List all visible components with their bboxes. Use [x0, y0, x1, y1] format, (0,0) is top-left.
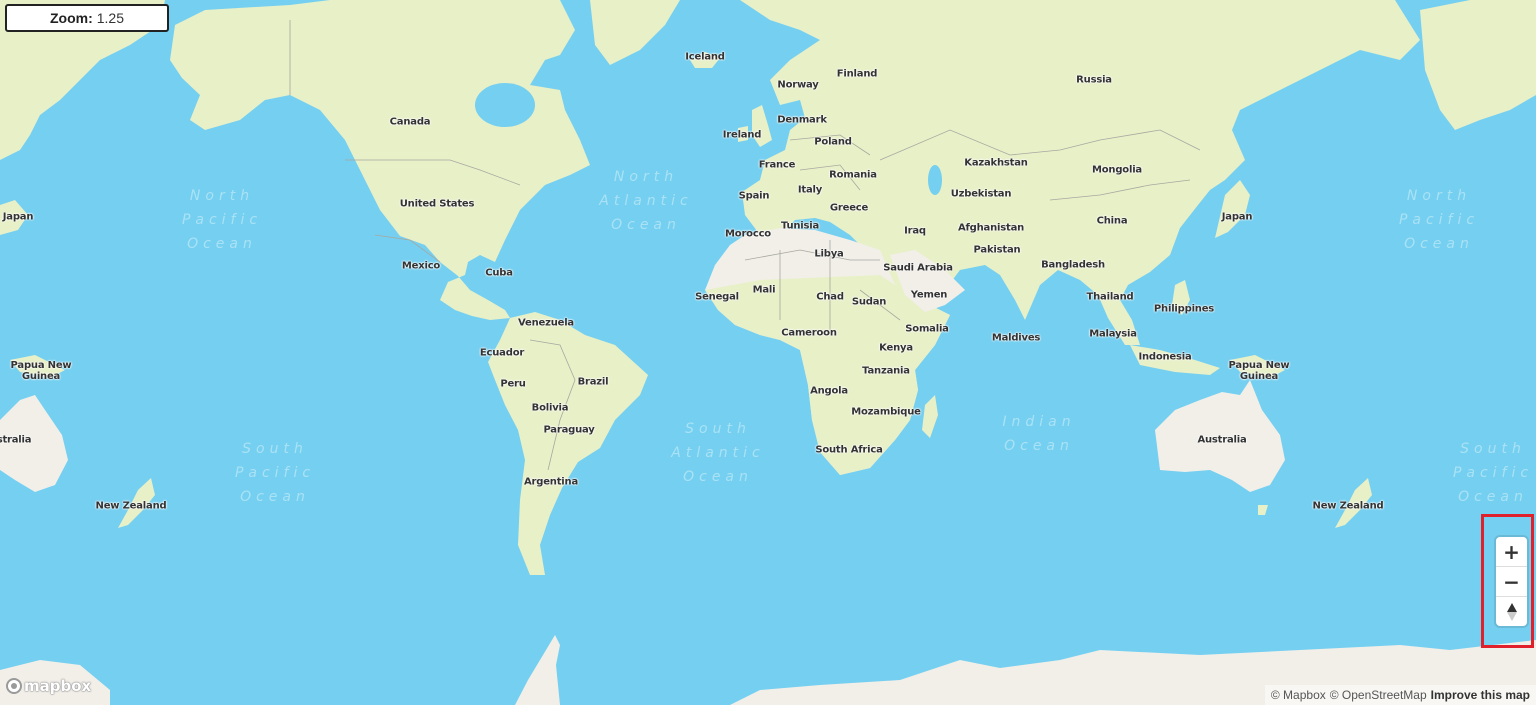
- country-label: Bolivia: [531, 402, 569, 414]
- navigation-control: + −: [1496, 537, 1527, 626]
- zoom-level-indicator: Zoom: 1.25: [5, 4, 169, 32]
- country-label: Poland: [814, 136, 852, 148]
- country-label: Ecuador: [479, 347, 525, 359]
- plus-icon: +: [1503, 539, 1520, 564]
- country-label: Greece: [829, 202, 869, 214]
- country-label: Philippines: [1153, 303, 1215, 315]
- attribution-bar: © Mapbox © OpenStreetMap Improve this ma…: [1264, 685, 1536, 705]
- minus-icon: −: [1503, 569, 1520, 594]
- country-label: Mongolia: [1092, 164, 1142, 176]
- country-label: Mali: [752, 284, 776, 296]
- land-alaska-east: [1420, 0, 1536, 130]
- country-label: France: [758, 159, 796, 171]
- country-label: Argentina: [523, 476, 579, 488]
- compass-south-arrow: [1506, 611, 1517, 621]
- country-label: Russia: [1076, 74, 1112, 86]
- country-label: Cuba: [485, 267, 513, 279]
- country-label: Ireland: [722, 129, 762, 141]
- country-label: Romania: [829, 169, 877, 181]
- country-label: Malaysia: [1089, 328, 1137, 340]
- country-label: Tunisia: [780, 220, 820, 232]
- country-label: Canada: [389, 116, 431, 128]
- country-label: Cameroon: [781, 327, 837, 339]
- country-label: United States: [399, 198, 475, 210]
- land-britain: [752, 105, 772, 147]
- country-label: Sudan: [851, 296, 887, 308]
- land-greenland: [590, 0, 680, 65]
- ocean-label: North Pacific Ocean: [1398, 188, 1480, 252]
- country-label: Angola: [810, 385, 848, 397]
- zoom-level-label: Zoom:: [49, 10, 93, 26]
- zoom-in-button[interactable]: +: [1496, 537, 1527, 567]
- country-label: Tanzania: [862, 365, 910, 377]
- mapbox-logo[interactable]: mapbox: [6, 677, 91, 695]
- country-label: New Zealand: [95, 500, 167, 512]
- country-label: Maldives: [991, 332, 1041, 344]
- country-label: Yemen: [910, 289, 948, 301]
- country-label: Afghanistan: [957, 222, 1025, 234]
- compass-north-arrow: [1506, 602, 1517, 612]
- country-label: Norway: [777, 79, 819, 91]
- country-label: Papua New Guinea: [1228, 360, 1290, 382]
- country-label: Uzbekistan: [950, 188, 1012, 200]
- mapbox-logo-text: mapbox: [24, 677, 92, 695]
- country-label: Bangladesh: [1041, 259, 1105, 271]
- compass-button[interactable]: [1496, 597, 1527, 626]
- country-label: stralia: [0, 434, 32, 446]
- ocean-label: North Pacific Ocean: [181, 188, 263, 252]
- country-label: Kazakhstan: [964, 157, 1028, 169]
- country-label: Iceland: [685, 51, 725, 63]
- country-label: Somalia: [905, 323, 949, 335]
- lake-caspian: [928, 165, 942, 195]
- ocean-label: South Atlantic Ocean: [671, 421, 765, 485]
- country-label: Finland: [836, 68, 878, 80]
- country-label: Pakistan: [973, 244, 1021, 256]
- country-label: Mexico: [401, 260, 441, 272]
- zoom-out-button[interactable]: −: [1496, 567, 1527, 597]
- country-label: Spain: [738, 190, 770, 202]
- country-label: South Africa: [815, 444, 883, 456]
- country-label: Papua New Guinea: [10, 360, 72, 382]
- lake-hudson-bay: [475, 83, 535, 127]
- land-antarctic-peninsula: [515, 635, 560, 705]
- attribution-mapbox-link[interactable]: © Mapbox: [1271, 688, 1326, 702]
- compass-icon: [1506, 602, 1517, 621]
- country-label: Peru: [500, 378, 526, 390]
- country-label: Kenya: [879, 342, 913, 354]
- country-label: Japan: [1221, 211, 1253, 223]
- country-label: Brazil: [577, 376, 609, 388]
- country-label: Saudi Arabia: [883, 262, 953, 274]
- country-label: Chad: [816, 291, 844, 303]
- ocean-label: Indian Ocean: [1002, 414, 1076, 454]
- map-canvas[interactable]: Iceland Finland Norway Russia Denmark Canada I…: [0, 0, 1536, 705]
- country-label: Morocco: [725, 228, 771, 240]
- country-label: New Zealand: [1312, 500, 1384, 512]
- ocean-label: South Pacific Ocean: [1452, 441, 1534, 505]
- attribution-osm-link[interactable]: © OpenStreetMap: [1330, 688, 1427, 702]
- ocean-label: South Pacific Ocean: [234, 441, 316, 505]
- land-japan: [1215, 180, 1250, 238]
- country-label: Iraq: [904, 225, 926, 237]
- ocean-label: North Atlantic Ocean: [599, 169, 693, 233]
- land-tasmania: [1258, 505, 1268, 515]
- mapbox-logo-icon: [6, 678, 22, 694]
- country-label: Libya: [814, 248, 844, 260]
- country-label: China: [1096, 215, 1128, 227]
- basemap: [0, 0, 1536, 705]
- country-label: Senegal: [695, 291, 739, 303]
- country-label: Japan: [2, 211, 34, 223]
- country-label: Italy: [797, 184, 823, 196]
- country-label: Australia: [1197, 434, 1247, 446]
- country-label: Denmark: [777, 114, 827, 126]
- country-label: Paraguay: [543, 424, 595, 436]
- improve-map-link[interactable]: Improve this map: [1431, 688, 1530, 702]
- country-label: Thailand: [1086, 291, 1134, 303]
- country-label: Venezuela: [518, 317, 574, 329]
- land-madagascar: [922, 395, 938, 438]
- country-label: Mozambique: [851, 406, 921, 418]
- country-label: Indonesia: [1138, 351, 1192, 363]
- zoom-level-value: 1.25: [96, 10, 124, 26]
